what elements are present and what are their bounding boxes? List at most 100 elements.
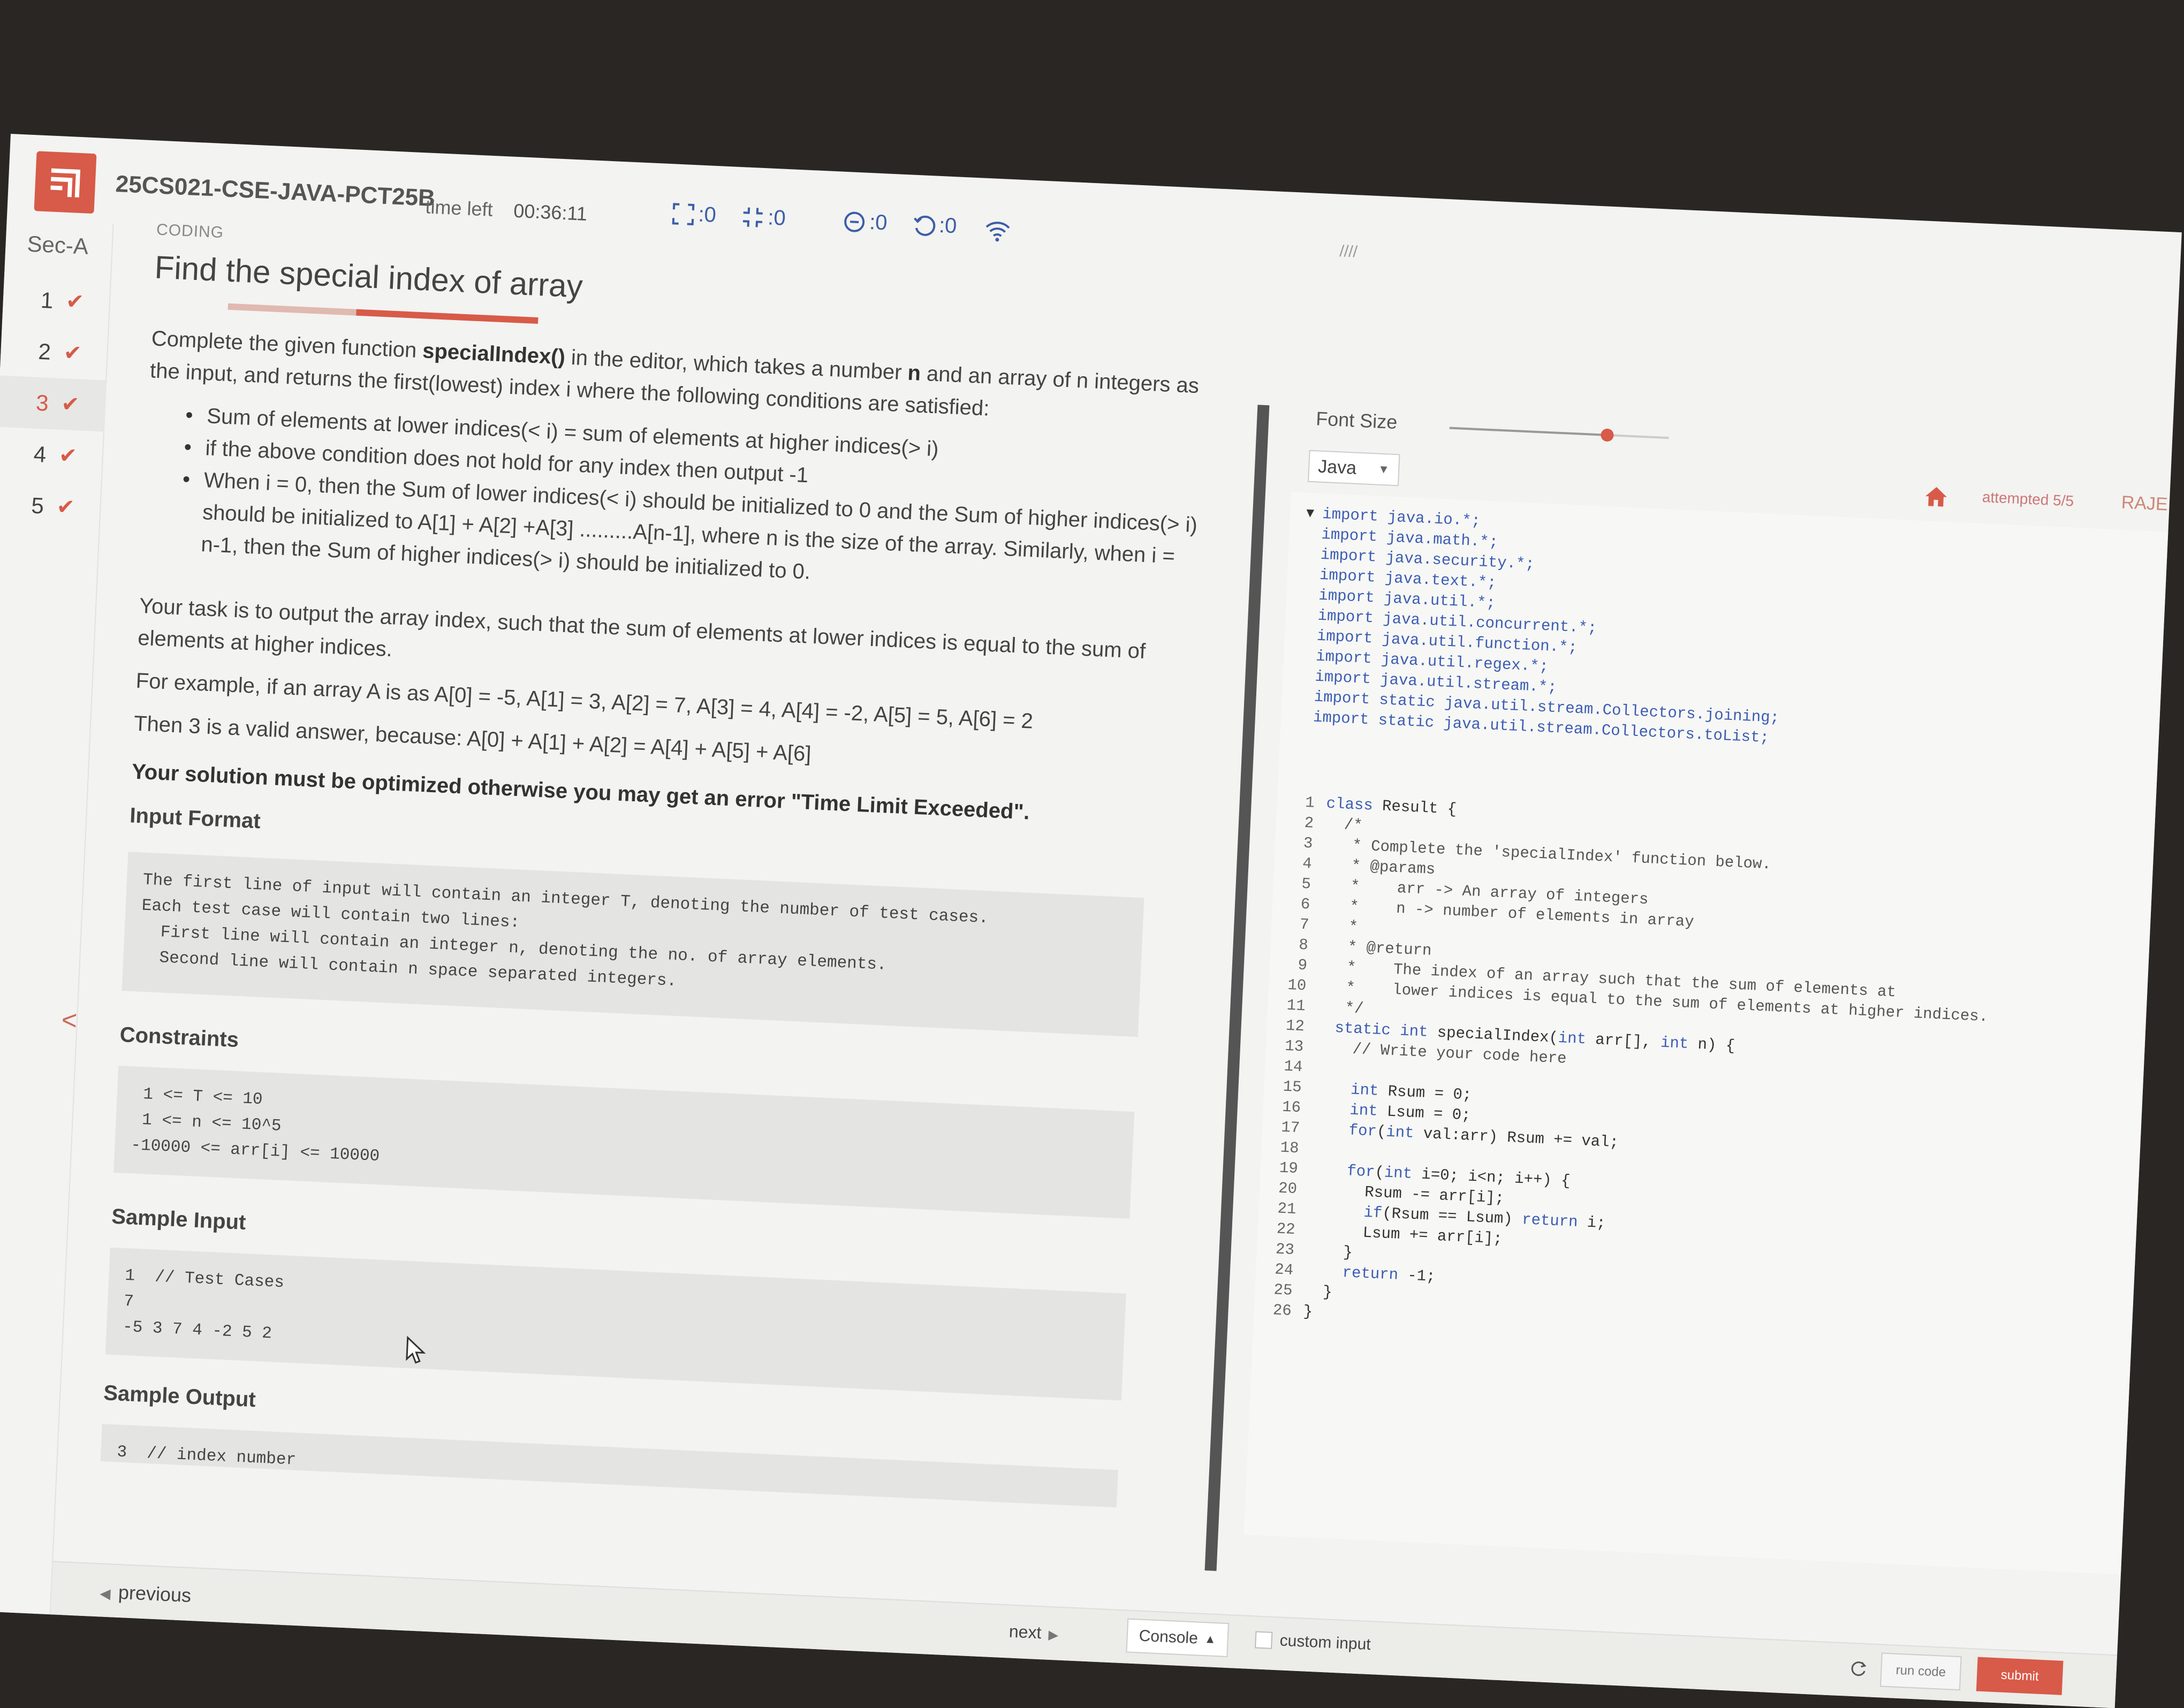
line-number: 11 xyxy=(1286,996,1306,1015)
question-nav-3[interactable]: 3 ✔ xyxy=(0,375,107,432)
line-number: 25 xyxy=(1273,1281,1293,1300)
tab-switch-count: :0 xyxy=(842,209,888,236)
code-text: } xyxy=(1302,1302,1313,1321)
line-number: 1 xyxy=(1305,794,1315,812)
time-left-value: 00:36:11 xyxy=(513,199,588,225)
chevron-right-icon: ▶ xyxy=(1041,1627,1059,1643)
question-nav-1[interactable]: 1 ✔ xyxy=(2,273,111,329)
check-icon: ✔ xyxy=(56,495,75,520)
chevron-down-icon: ▼ xyxy=(1377,462,1390,476)
custom-input-checkbox[interactable]: custom input xyxy=(1255,1630,1371,1654)
code-text: /* xyxy=(1325,815,1363,834)
user-name: RAJE xyxy=(2120,492,2168,515)
section-label: Sec-A xyxy=(26,231,89,259)
exit-circle-icon xyxy=(844,211,865,232)
line-number: 7 xyxy=(1299,915,1310,934)
window-switch-count: :0 xyxy=(740,204,786,231)
run-code-button[interactable]: run code xyxy=(1879,1652,1962,1691)
line-number: 5 xyxy=(1301,875,1311,893)
language-value: Java xyxy=(1317,456,1357,479)
question-nav-5[interactable]: 5 ✔ xyxy=(0,478,102,534)
exam-screen: 25CS021-CSE-JAVA-PCT25B time left 00:36:… xyxy=(0,134,2182,1708)
code-line: 25 } xyxy=(1255,1279,1333,1303)
function-name: specialIndex() xyxy=(422,339,566,369)
refresh-count: :0 xyxy=(912,212,957,239)
line-number: 8 xyxy=(1298,936,1309,954)
language-select[interactable]: Java ▼ xyxy=(1307,450,1400,487)
submit-button[interactable]: submit xyxy=(1976,1657,2064,1695)
question-nav-4[interactable]: 4 ✔ xyxy=(0,427,104,483)
undo-icon xyxy=(914,215,936,236)
font-size-slider[interactable] xyxy=(1449,427,1669,442)
font-size-slider-fill xyxy=(1449,427,1607,436)
wifi-icon xyxy=(985,222,1010,242)
constraints-box: 1 <= T <= 10 1 <= n <= 10^5 -10000 <= ar… xyxy=(113,1065,1135,1219)
expand-icon xyxy=(672,202,695,225)
line-number: 15 xyxy=(1283,1077,1302,1097)
question-number: 2 xyxy=(37,338,52,365)
app-logo xyxy=(34,151,97,214)
line-number: 20 xyxy=(1278,1179,1298,1198)
font-size-label: Font Size xyxy=(1315,407,1398,434)
next-button[interactable]: next ▶ xyxy=(1008,1622,1059,1644)
line-number: 24 xyxy=(1274,1261,1294,1279)
code-text: } xyxy=(1306,1241,1353,1262)
console-toggle-button[interactable]: Console ▲ xyxy=(1126,1618,1230,1658)
home-icon[interactable] xyxy=(1923,483,1950,510)
stat-value: :0 xyxy=(767,206,786,230)
code-text: */ xyxy=(1316,998,1364,1018)
course-title: 25CS021-CSE-JAVA-PCT25B xyxy=(115,171,436,212)
line-number: 21 xyxy=(1277,1200,1297,1218)
fold-marker-icon[interactable]: ▾ xyxy=(1306,504,1315,525)
check-icon: ✔ xyxy=(63,340,82,366)
code-text: * @params xyxy=(1323,855,1436,879)
logo-icon xyxy=(50,168,81,198)
line-number: 6 xyxy=(1300,895,1310,914)
problem-panel: CODING Find the special index of array C… xyxy=(96,221,1226,1606)
code-line: 14 xyxy=(1265,1056,1315,1078)
sample-output-heading: Sample Output xyxy=(103,1381,256,1412)
line-number: 12 xyxy=(1285,1016,1305,1036)
question-number: 5 xyxy=(31,492,44,519)
line-number: 13 xyxy=(1284,1037,1304,1056)
code-area[interactable]: ▾ import java.io.*; import java.math.*; … xyxy=(1243,492,2168,1575)
line-number: 19 xyxy=(1279,1159,1299,1178)
time-left-label: time left xyxy=(424,195,494,221)
panel-drag-handle-icon[interactable]: //// xyxy=(1339,242,1358,261)
stat-value: :0 xyxy=(938,213,958,238)
line-number: 4 xyxy=(1302,854,1313,873)
check-icon: ✔ xyxy=(60,392,80,417)
code-editor-panel: Font Size Java ▼ attempted 5/5 RAJE ▾ im… xyxy=(1239,406,2172,1676)
code-line: 26} xyxy=(1254,1300,1313,1323)
previous-button[interactable]: ◀ previous xyxy=(100,1580,192,1607)
constraints-heading: Constraints xyxy=(119,1023,239,1052)
collapse-panel-icon[interactable]: < xyxy=(61,1004,78,1036)
chevron-left-icon: ◀ xyxy=(99,1585,119,1602)
question-sidebar: Sec-A 1 ✔ 2 ✔ 3 ✔ 4 ✔ 5 ✔ < xyxy=(0,219,114,1615)
question-number: 1 xyxy=(40,287,54,313)
refresh-icon[interactable] xyxy=(1848,1659,1869,1679)
sample-input-heading: Sample Input xyxy=(111,1204,247,1235)
font-size-slider-knob[interactable] xyxy=(1601,428,1614,442)
mouse-cursor-icon xyxy=(406,1335,426,1364)
line-number: 17 xyxy=(1280,1118,1300,1137)
sample-output-box: 3 // index number xyxy=(100,1424,1118,1508)
question-number: 4 xyxy=(33,441,47,467)
sample-input-box: 1 // Test Cases 7 -5 3 7 4 -2 5 2 xyxy=(105,1247,1126,1401)
checkbox[interactable] xyxy=(1255,1631,1273,1649)
line-number: 16 xyxy=(1281,1098,1301,1117)
code-text: * xyxy=(1320,916,1359,936)
line-number: 18 xyxy=(1279,1138,1300,1158)
question-nav-2[interactable]: 2 ✔ xyxy=(0,324,109,381)
check-icon: ✔ xyxy=(65,290,85,314)
attempted-status: attempted 5/5 xyxy=(1982,488,2074,510)
line-number: 14 xyxy=(1283,1057,1303,1076)
code-text: * @return xyxy=(1319,937,1432,960)
question-category: CODING xyxy=(156,221,224,242)
question-number: 3 xyxy=(35,390,49,416)
line-number: 23 xyxy=(1275,1240,1295,1259)
line-number: 2 xyxy=(1303,814,1314,832)
line-number: 22 xyxy=(1276,1220,1296,1239)
